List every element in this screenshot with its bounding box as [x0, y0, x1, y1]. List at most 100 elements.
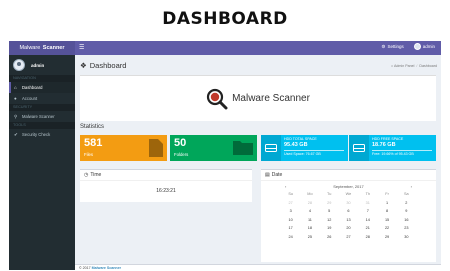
file-icon: [149, 139, 163, 157]
calendar-day[interactable]: 25: [300, 234, 319, 240]
calendar-day[interactable]: 16: [397, 217, 416, 223]
folders-stat-box[interactable]: 50 Folders: [170, 135, 257, 161]
avatar: [13, 59, 25, 71]
hdd-total-value: 95.43 GB: [284, 142, 308, 148]
calendar-day[interactable]: 21: [358, 225, 377, 231]
brand-logo[interactable]: Malware Scanner: [9, 41, 75, 55]
next-month-button[interactable]: ›: [411, 184, 412, 189]
hdd-free-box: HDD FREE SPACE 18.76 GB Free: 19.66% of …: [349, 135, 436, 161]
hdd-icon: [265, 144, 277, 152]
current-time: 16:23:21: [156, 188, 176, 194]
hdd-free-value: 18.76 GB: [372, 142, 396, 148]
calendar-day[interactable]: 29: [377, 234, 396, 240]
search-icon: ⚲: [14, 113, 18, 119]
files-count: 581: [84, 137, 103, 149]
hdd-total-label: HDD TOTAL SPACE: [284, 137, 317, 141]
calendar-weekday: Tu: [327, 192, 332, 196]
calendar-day[interactable]: 13: [339, 217, 358, 223]
calendar-day[interactable]: 8: [377, 208, 396, 214]
calendar-day[interactable]: 22: [377, 225, 396, 231]
breadcrumb: ⌂ Admin Panel / Dashboard: [391, 64, 437, 68]
calendar-day[interactable]: 26: [320, 234, 339, 240]
calendar-day[interactable]: 30: [339, 200, 358, 206]
calendar-day[interactable]: 12: [320, 217, 339, 223]
calendar-day[interactable]: 20: [339, 225, 358, 231]
sidebar-header: SECURITY: [9, 104, 75, 111]
calendar-day[interactable]: 3: [281, 208, 300, 214]
avatar: [413, 43, 421, 50]
calendar-day[interactable]: 23: [397, 225, 416, 231]
calendar-day[interactable]: 6: [339, 208, 358, 214]
calendar-day[interactable]: 2: [397, 200, 416, 206]
calendar-day[interactable]: 14: [358, 217, 377, 223]
gear-icon: ⚙: [381, 43, 386, 49]
dashboard-icon: ❖: [80, 61, 87, 70]
sidebar-item-security-check[interactable]: ✔ Security Check: [9, 129, 75, 140]
breadcrumb-link[interactable]: Admin Panel: [394, 64, 414, 68]
home-icon: ⌂: [391, 64, 394, 68]
calendar-grid: Su Mo Tu We Th Fr Sa 27 28 29 30 31 1 2 3 4 5 6 7 8 9 10 11 12 1…: [281, 191, 416, 240]
calendar-day[interactable]: 9: [397, 208, 416, 214]
calendar-weekday: We: [345, 192, 352, 196]
calendar-weekday: Sa: [404, 192, 409, 196]
page-title: ❖ Dashboard: [80, 61, 127, 70]
footer-link[interactable]: Malware Scanner: [92, 266, 121, 270]
calendar-day[interactable]: 17: [281, 225, 300, 231]
top-navbar: Malware Scanner ☰ ⚙ Settings admin: [9, 41, 441, 55]
hdd-free-label: HDD FREE SPACE: [372, 137, 404, 141]
sidebar-item-malware-scanner[interactable]: ⚲ Malware Scanner: [9, 111, 75, 122]
calendar: ‹ September, 2017 › Su Mo Tu We Th Fr Sa 27 28 29…: [281, 183, 416, 240]
calendar-icon: ▤: [265, 172, 270, 178]
calendar-day[interactable]: 28: [358, 234, 377, 240]
calendar-day[interactable]: 31: [358, 200, 377, 206]
sidebar: admin NAVIGATION ⌂ Dashboard ● Account SEC…: [9, 55, 75, 270]
user-panel: admin: [9, 55, 75, 75]
calendar-day[interactable]: 10: [281, 217, 300, 223]
date-panel-title: Date: [271, 172, 283, 178]
sidebar-item-dashboard[interactable]: ⌂ Dashboard: [9, 82, 75, 93]
progress-bar: [372, 150, 432, 151]
calendar-day[interactable]: 4: [300, 208, 319, 214]
check-icon: ✔: [14, 131, 18, 137]
statistics-title: Statistics: [80, 124, 105, 130]
footer: © 2017 Malware Scanner: [75, 264, 441, 270]
hdd-free-text: Free: 19.66% of 95.43 GB: [372, 152, 414, 156]
calendar-day[interactable]: 18: [300, 225, 319, 231]
hdd-icon: [353, 144, 365, 152]
calendar-day[interactable]: 11: [300, 217, 319, 223]
files-label: Files: [84, 152, 94, 157]
prev-month-button[interactable]: ‹: [285, 184, 286, 189]
sidebar-item-account[interactable]: ● Account: [9, 93, 75, 104]
calendar-day[interactable]: 27: [281, 200, 300, 206]
files-stat-box[interactable]: 581 Files: [80, 135, 167, 161]
home-icon: ⌂: [14, 85, 17, 90]
progress-bar: [284, 150, 344, 151]
calendar-day[interactable]: 30: [397, 234, 416, 240]
calendar-day[interactable]: 1: [377, 200, 396, 206]
user-menu[interactable]: admin: [413, 43, 435, 50]
calendar-weekday: Mo: [307, 192, 313, 196]
user-icon: ●: [14, 96, 17, 101]
calendar-day[interactable]: 19: [320, 225, 339, 231]
calendar-weekday: Fr: [385, 192, 389, 196]
hero-banner: Malware Scanner: [80, 75, 436, 121]
hdd-used-text: Used Space: 76.67 GB: [284, 152, 321, 156]
calendar-month[interactable]: September, 2017: [333, 184, 363, 189]
hamburger-icon[interactable]: ☰: [79, 44, 84, 51]
calendar-day[interactable]: 29: [320, 200, 339, 206]
calendar-day[interactable]: 15: [377, 217, 396, 223]
calendar-day[interactable]: 27: [339, 234, 358, 240]
calendar-day[interactable]: 28: [300, 200, 319, 206]
time-panel-title: Time: [90, 172, 102, 178]
malware-scanner-logo: [206, 88, 228, 109]
calendar-weekday: Su: [288, 192, 293, 196]
calendar-day[interactable]: 5: [320, 208, 339, 214]
clock-icon: ◷: [84, 172, 89, 178]
time-panel: ◷ Time 16:23:21: [80, 169, 252, 202]
calendar-day[interactable]: 24: [281, 234, 300, 240]
settings-link[interactable]: ⚙ Settings: [381, 44, 403, 50]
hero-title: Malware Scanner: [232, 93, 310, 104]
calendar-day[interactable]: 7: [358, 208, 377, 214]
sidebar-header: TOOLS: [9, 122, 75, 129]
hdd-total-box: HDD TOTAL SPACE 95.43 GB Used Space: 76.…: [261, 135, 348, 161]
